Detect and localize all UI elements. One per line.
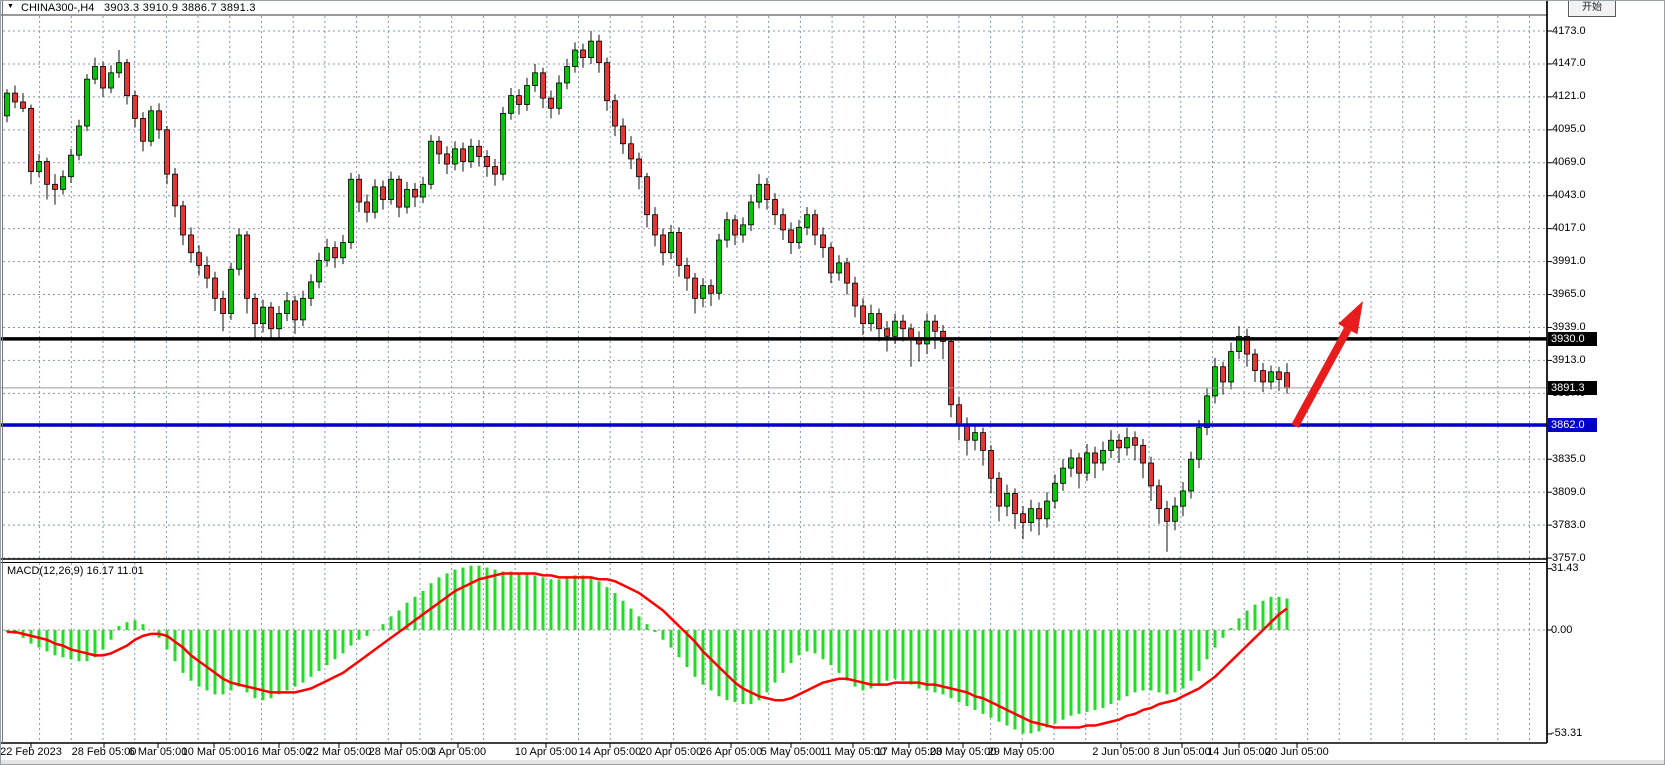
price-axis-label: 4121.0 <box>1552 90 1586 103</box>
macd-axis-label: -53.31 <box>1551 727 1582 740</box>
macd-indicator-label: MACD(12,26,9) 16.17 11.01 <box>7 565 144 577</box>
ohlc-quote: 3903.3 3910.9 3886.7 3891.3 <box>104 2 256 14</box>
price-axis-label: 4095.0 <box>1552 123 1586 136</box>
price-axis-label: 4043.0 <box>1552 189 1586 202</box>
start-button[interactable]: 开始 <box>1568 0 1616 17</box>
symbol-dropdown-icon[interactable]: ▼ <box>7 3 14 10</box>
price-axis-label: 3991.0 <box>1552 255 1586 268</box>
time-axis-label: 20 Jun 05:00 <box>1252 746 1342 758</box>
time-axis-label: 3 Apr 05:00 <box>413 746 503 758</box>
price-axis-label: 4069.0 <box>1552 156 1586 169</box>
current-price-badge: 3891.3 <box>1548 381 1597 395</box>
bottom-strip <box>1 760 1665 765</box>
chart-canvas[interactable] <box>1 1 1665 765</box>
resistance-price-badge: 3930.0 <box>1548 332 1597 346</box>
price-axis-label: 4147.0 <box>1552 57 1586 70</box>
price-axis-label: 3835.0 <box>1552 453 1586 466</box>
price-axis-label: 3913.0 <box>1552 354 1586 367</box>
trading-chart-window: ▼ CHINA300-,H4 3903.3 3910.9 3886.7 3891… <box>0 0 1665 765</box>
price-axis-label: 4017.0 <box>1552 222 1586 235</box>
price-axis-label: 3809.0 <box>1552 486 1586 499</box>
price-axis-label: 3783.0 <box>1552 519 1586 532</box>
macd-axis-label: 0.00 <box>1551 624 1572 637</box>
price-axis-label: 3965.0 <box>1552 288 1586 301</box>
time-axis-label: 29 May 05:00 <box>976 746 1066 758</box>
support-price-badge: 3862.0 <box>1548 418 1597 432</box>
symbol-title[interactable]: CHINA300-,H4 <box>21 2 94 14</box>
macd-axis-label: 31.43 <box>1551 562 1579 575</box>
price-axis-label: 4173.0 <box>1552 25 1586 38</box>
